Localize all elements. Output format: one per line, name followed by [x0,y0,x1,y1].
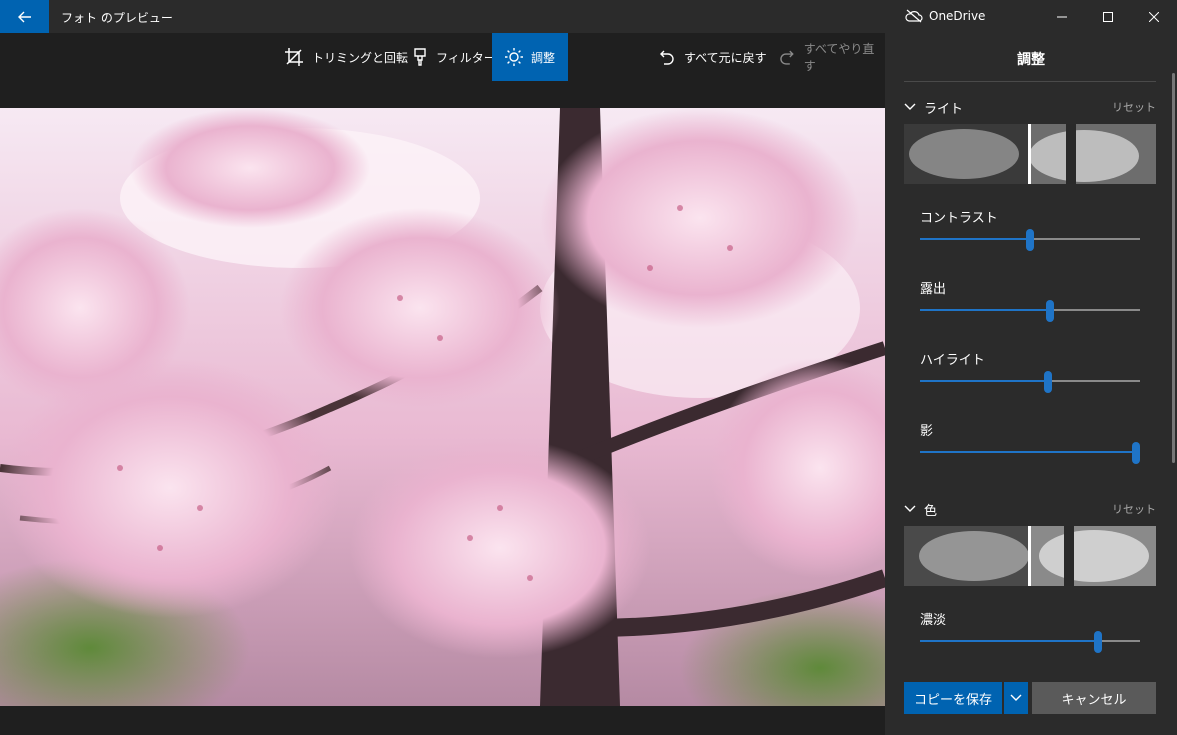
light-reset-button[interactable]: リセット [1112,99,1156,115]
slider-fill [920,238,1030,240]
light-preview-compare[interactable] [904,124,1156,184]
onedrive-status[interactable]: OneDrive [905,9,985,23]
adjust-slider[interactable] [920,442,1140,464]
color-reset-button[interactable]: リセット [1112,501,1156,517]
light-section-toggle[interactable]: ライト [904,98,963,117]
slider-thumb[interactable] [1131,442,1140,464]
crop-rotate-label: トリミングと回転 [312,50,409,65]
cherry-blossom-photo[interactable] [0,108,885,706]
cloud-off-icon [905,9,923,23]
crop-rotate-button[interactable]: トリミングと回転 [280,33,412,81]
color-preview-compare[interactable] [904,526,1156,586]
sun-icon [504,48,523,66]
color-section-toggle[interactable]: 色 [904,500,937,519]
window-title: フォト のプレビュー [61,11,173,25]
pane-scrollbar[interactable] [1172,73,1175,463]
slider-fill [920,451,1136,453]
chevron-down-icon [1010,694,1022,701]
title-bar: フォト のプレビュー OneDrive [0,0,1177,33]
minimize-icon [1057,16,1067,17]
redo-all-button[interactable]: すべてやり直す [778,33,885,81]
adjust-button[interactable]: 調整 [492,33,568,81]
edit-toolbar: トリミングと回転 フィルター 調整 すべて元に戻す すべてやり直す [0,33,885,81]
slider-thumb[interactable] [1045,300,1054,322]
filter-label: フィルター [436,50,496,65]
crop-icon [285,48,303,66]
onedrive-label: OneDrive [929,9,986,23]
divider [904,81,1156,82]
slider-thumb[interactable] [1026,229,1034,251]
chevron-down-icon [904,103,916,110]
slider-label: 濃淡 [920,613,947,628]
undo-all-label: すべて元に戻す [684,50,767,65]
close-button[interactable] [1131,0,1177,33]
slider-label: 影 [920,424,934,439]
light-section-label: ライト [924,101,964,117]
minimize-button[interactable] [1039,0,1085,33]
adjust-label: 調整 [530,50,555,65]
slider-fill [920,640,1099,642]
photo-canvas [0,81,885,735]
undo-all-button[interactable]: すべて元に戻す [658,33,767,81]
slider-thumb[interactable] [1043,371,1052,393]
maximize-button[interactable] [1085,0,1131,33]
slider-label: 露出 [920,282,947,297]
slider-thumb[interactable] [1094,631,1103,653]
slider-fill [920,380,1048,382]
filter-button[interactable]: フィルター [408,33,500,81]
chevron-down-icon [904,505,916,512]
back-button[interactable] [0,0,49,33]
adjust-slider[interactable] [920,631,1140,653]
redo-icon [780,50,794,65]
slider-label: ハイライト [920,353,985,368]
adjust-slider[interactable] [920,300,1140,322]
color-section-label: 色 [924,503,938,519]
adjust-slider[interactable] [920,371,1140,393]
cancel-button[interactable]: キャンセル [1032,682,1156,714]
color-section-header: 色 リセット [904,499,1156,519]
slider-fill [920,309,1050,311]
redo-all-label: すべてやり直す [803,42,875,73]
pane-title: 調整 [1017,52,1045,68]
adjust-slider[interactable] [920,229,1140,251]
maximize-icon [1103,11,1113,22]
slider-label: コントラスト [920,211,998,226]
close-icon [1149,11,1159,22]
light-section-header: ライト リセット [904,97,1156,117]
save-options-dropdown[interactable] [1004,682,1028,714]
undo-icon [660,50,674,65]
brush-icon [414,48,426,66]
adjust-pane: 調整 ライト リセット コントラスト 露出 ハイライト影 色 リセット 濃淡 [885,33,1177,735]
back-arrow-icon [17,11,31,22]
save-copy-button[interactable]: コピーを保存 [904,682,1002,714]
